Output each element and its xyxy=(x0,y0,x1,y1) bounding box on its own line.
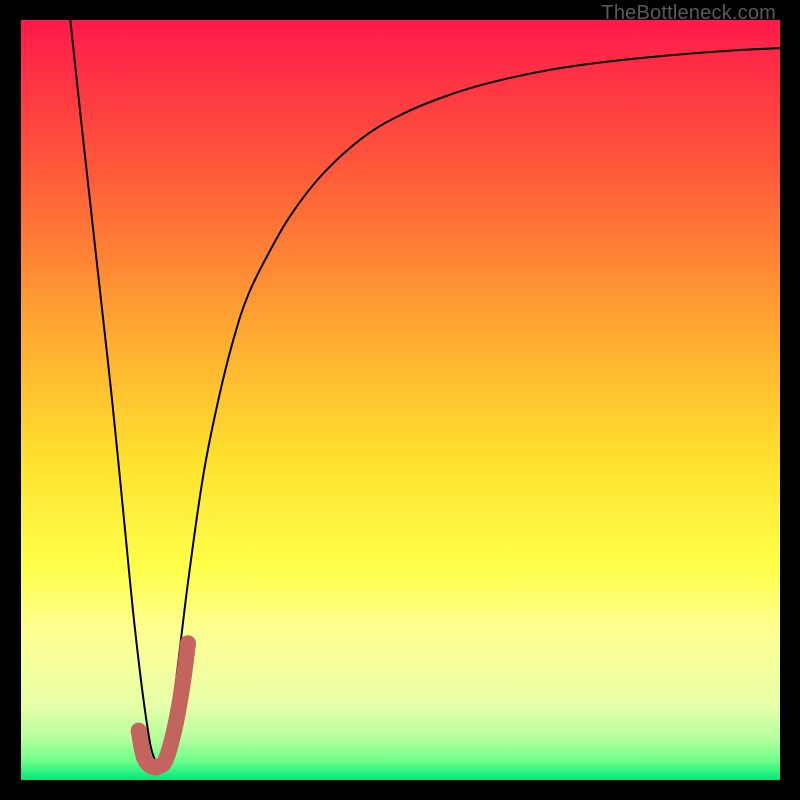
bottleneck-chart xyxy=(21,20,780,780)
chart-frame xyxy=(21,20,780,780)
chart-background xyxy=(21,20,780,780)
